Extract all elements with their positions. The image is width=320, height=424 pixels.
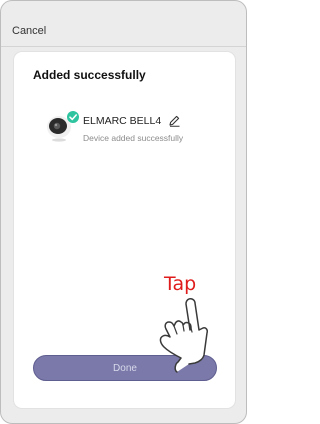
card-title: Added successfully <box>33 68 146 82</box>
phone-screen: Cancel Added successfully ELMARC BELL4 D… <box>0 0 247 424</box>
device-status-text: Device added successfully <box>83 133 184 143</box>
pencil-icon[interactable] <box>168 114 181 127</box>
tap-annotation: Tap <box>164 273 197 295</box>
check-badge-icon <box>67 111 79 123</box>
header-divider <box>1 46 246 47</box>
device-name-row: ELMARC BELL4 <box>83 114 181 127</box>
cancel-button[interactable]: Cancel <box>12 25 46 37</box>
camera-icon <box>47 111 79 142</box>
done-button[interactable]: Done <box>33 355 217 381</box>
device-name: ELMARC BELL4 <box>83 114 162 127</box>
result-card: Added successfully ELMARC BELL4 Device a… <box>14 52 235 408</box>
